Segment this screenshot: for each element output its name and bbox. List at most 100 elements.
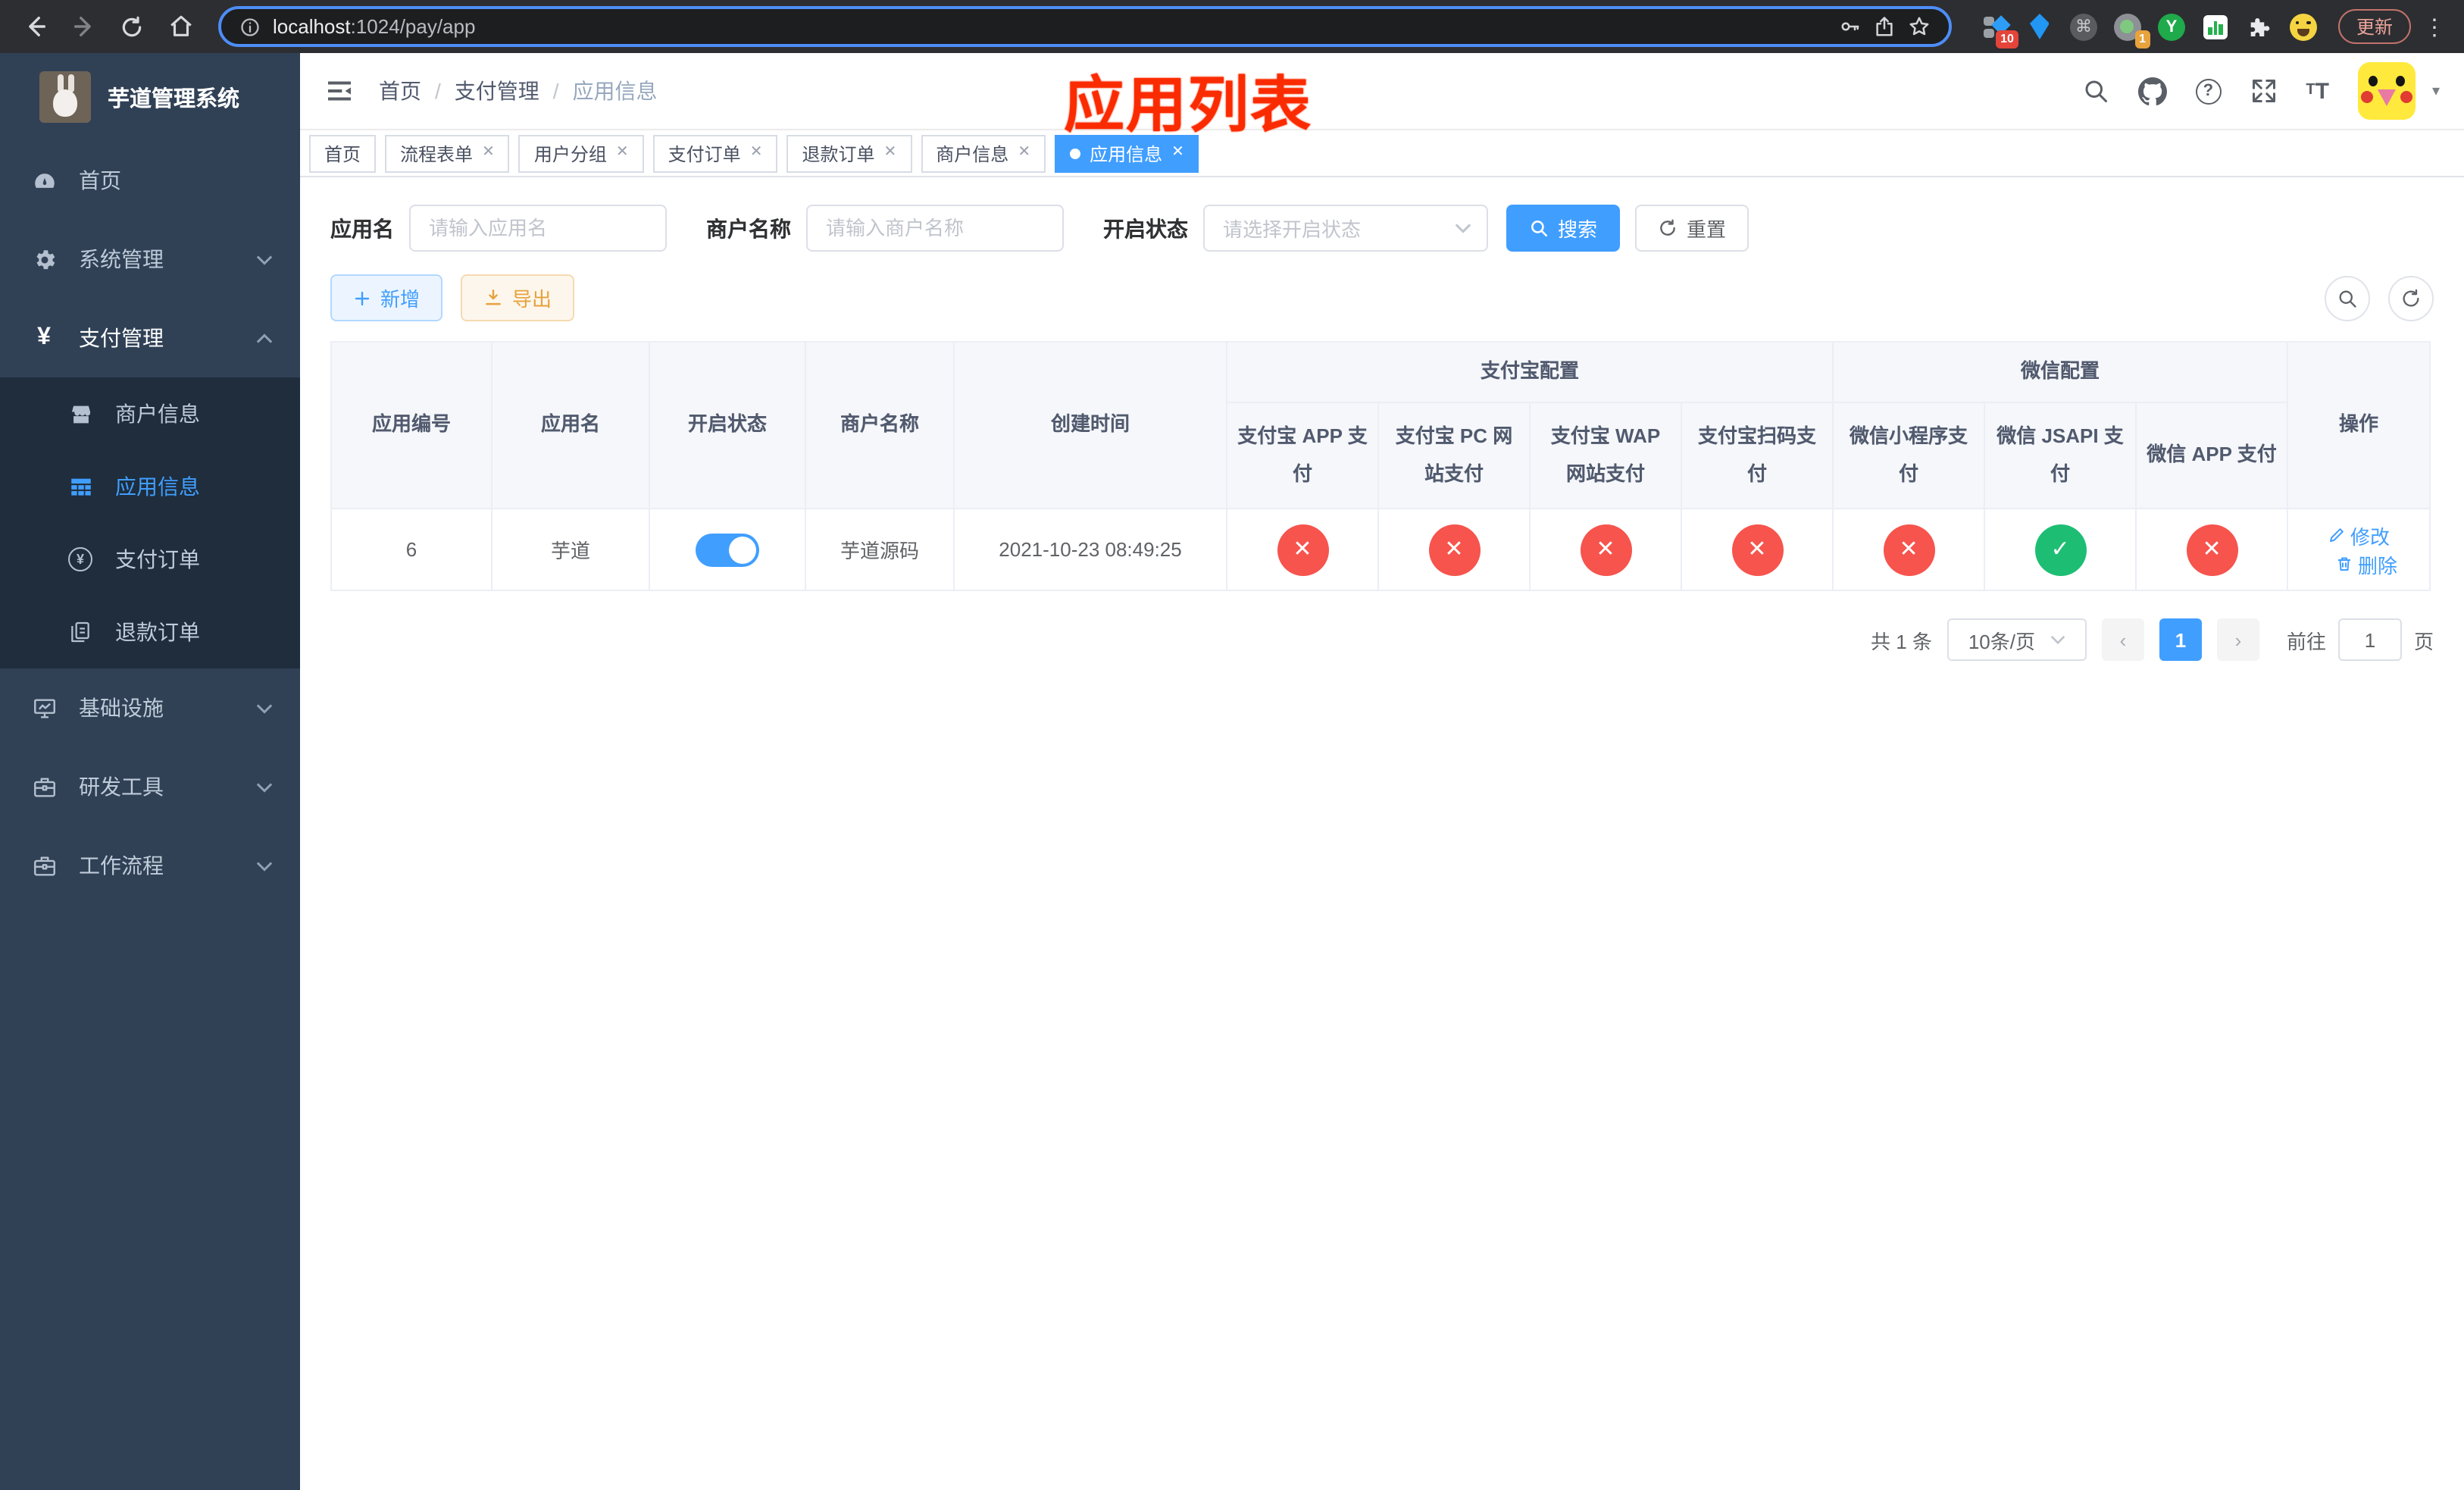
status-x-icon: ✕	[2186, 524, 2238, 575]
table-toolbar: 新增 导出	[330, 274, 2434, 321]
sidebar-item-home[interactable]: 首页	[0, 141, 300, 220]
help-icon[interactable]: ?	[2195, 78, 2222, 104]
status-x-icon: ✕	[1428, 524, 1480, 575]
sidebar-item-infrastructure[interactable]: 基础设施	[0, 668, 300, 747]
sidebar-item-dev-tools[interactable]: 研发工具	[0, 747, 300, 826]
app-title: 芋道管理系统	[108, 87, 239, 111]
app-name-input[interactable]	[409, 205, 667, 252]
password-key-icon[interactable]	[1838, 15, 1861, 38]
tab-user-group[interactable]: 用户分组 ✕	[518, 134, 644, 172]
browser-back-icon[interactable]	[15, 7, 55, 46]
close-icon[interactable]: ✕	[482, 145, 495, 161]
fullscreen-icon[interactable]	[2250, 77, 2277, 105]
status-toggle[interactable]	[696, 533, 759, 566]
breadcrumb-payment[interactable]: 支付管理	[455, 76, 539, 106]
next-page-button[interactable]: ›	[2216, 618, 2259, 661]
sidebar-menu: 首页 系统管理 ¥ 支付管理 商户信息 应用信息 ¥ 支付订单 退款订单 基础设…	[0, 141, 300, 905]
tab-refund-orders[interactable]: 退款订单 ✕	[786, 134, 912, 172]
close-icon[interactable]: ✕	[1018, 145, 1030, 161]
delete-link[interactable]: 删除	[2335, 549, 2397, 578]
close-icon[interactable]: ✕	[1171, 145, 1184, 161]
close-icon[interactable]: ✕	[884, 145, 897, 161]
url-text: localhost:1024/pay/app	[273, 15, 476, 38]
goto-suffix: 页	[2413, 630, 2434, 653]
sidebar: 芋道管理系统 首页 系统管理 ¥ 支付管理 商户信息 应用信息 ¥ 支付订单 退…	[0, 53, 300, 1490]
reset-button[interactable]: 重置	[1635, 205, 1750, 252]
search-button[interactable]: 搜索	[1506, 205, 1621, 252]
font-size-icon[interactable]: TT	[2306, 80, 2329, 102]
col-merchant: 商户名称	[805, 341, 955, 509]
dashboard-gauge-icon	[30, 167, 58, 193]
group-wechat-config: 微信配置	[1832, 341, 2289, 403]
status-check-icon: ✓	[2034, 524, 2087, 575]
browser-toolbar: localhost:1024/pay/app 10 ⌘ 1 Y 更新 ⋮	[0, 0, 2464, 53]
sidebar-item-workflow[interactable]: 工作流程	[0, 826, 300, 905]
extension-workspaces-icon[interactable]: 10	[1982, 13, 2018, 48]
status-x-icon: ✕	[1883, 524, 1935, 575]
toggle-search-button[interactable]	[2325, 275, 2370, 321]
share-icon[interactable]	[1873, 15, 1896, 38]
page-number-1[interactable]: 1	[2159, 618, 2202, 661]
tab-process-form[interactable]: 流程表单 ✕	[385, 134, 510, 172]
monitor-icon	[30, 695, 58, 721]
user-avatar[interactable]	[2357, 62, 2416, 120]
yen-icon: ¥	[37, 324, 51, 350]
breadcrumb-home[interactable]: 首页	[379, 76, 421, 106]
pagination: 共 1 条 10条/页 ‹ 1 › 前往 页	[330, 618, 2434, 661]
close-icon[interactable]: ✕	[750, 145, 763, 161]
status-select[interactable]: 请选择开启状态	[1203, 205, 1488, 252]
sidebar-item-payment[interactable]: ¥ 支付管理	[0, 299, 300, 377]
goto-page-input[interactable]	[2337, 618, 2402, 661]
merchant-name-input[interactable]	[806, 205, 1064, 252]
export-button[interactable]: 导出	[461, 274, 575, 321]
sidebar-fold-icon[interactable]	[324, 76, 355, 106]
extension-emoji-icon[interactable]	[2289, 13, 2317, 40]
logo-rabbit-avatar	[39, 71, 91, 123]
tab-merchant-info[interactable]: 商户信息 ✕	[921, 134, 1046, 172]
cell-app-name: 芋道	[491, 508, 650, 591]
github-icon[interactable]	[2137, 77, 2167, 105]
chevron-down-icon	[256, 254, 273, 265]
col-alipay-pc: 支付宝 PC 网站支付	[1377, 402, 1531, 509]
chevron-down-icon	[256, 703, 273, 713]
browser-reload-icon[interactable]	[112, 7, 152, 46]
sidebar-item-app-info[interactable]: 应用信息	[0, 450, 300, 523]
status-x-icon: ✕	[1277, 524, 1328, 575]
extensions-row: 10 ⌘ 1 Y	[1970, 13, 2329, 48]
tab-home[interactable]: 首页	[309, 134, 377, 172]
avatar-caret-icon[interactable]: ▾	[2432, 83, 2440, 99]
close-icon[interactable]: ✕	[616, 145, 629, 161]
browser-home-icon[interactable]	[161, 7, 200, 46]
cell-status	[649, 508, 806, 591]
extension-green-y-icon[interactable]: Y	[2157, 13, 2185, 40]
page-size-select[interactable]: 10条/页	[1946, 618, 2087, 661]
tab-pay-orders[interactable]: 支付订单 ✕	[652, 134, 778, 172]
edit-link[interactable]: 修改	[2328, 521, 2390, 549]
app-logo[interactable]: 芋道管理系统	[0, 53, 300, 141]
site-info-icon[interactable]	[239, 16, 261, 37]
sidebar-item-pay-orders[interactable]: ¥ 支付订单	[0, 523, 300, 596]
sidebar-item-system[interactable]: 系统管理	[0, 220, 300, 299]
extension-kite-icon[interactable]	[2026, 13, 2053, 40]
browser-menu-icon[interactable]: ⋮	[2420, 13, 2449, 40]
extensions-puzzle-icon[interactable]	[2246, 13, 2273, 40]
address-bar[interactable]: localhost:1024/pay/app	[218, 6, 1952, 47]
add-button[interactable]: 新增	[330, 274, 443, 321]
cell-created: 2021-10-23 08:49:25	[953, 508, 1227, 591]
briefcase-icon	[30, 853, 58, 878]
extension-chart-icon[interactable]	[2202, 13, 2229, 40]
chrome-update-button[interactable]: 更新	[2337, 9, 2411, 44]
extension-profile-icon[interactable]: 1	[2113, 13, 2150, 48]
search-icon[interactable]	[2081, 77, 2109, 105]
sidebar-item-merchant-info[interactable]: 商户信息	[0, 377, 300, 450]
table-grid-icon	[67, 474, 94, 499]
bookmark-star-icon[interactable]	[1908, 15, 1931, 38]
refresh-button[interactable]	[2388, 275, 2434, 321]
yen-circle-icon: ¥	[67, 547, 94, 571]
extension-command-icon[interactable]: ⌘	[2069, 13, 2097, 40]
prev-page-button[interactable]: ‹	[2101, 618, 2144, 661]
chevron-up-icon	[256, 333, 273, 343]
browser-forward-icon[interactable]	[64, 7, 103, 46]
sidebar-item-refund-orders[interactable]: 退款订单	[0, 596, 300, 668]
app-name-label: 应用名	[330, 216, 394, 240]
